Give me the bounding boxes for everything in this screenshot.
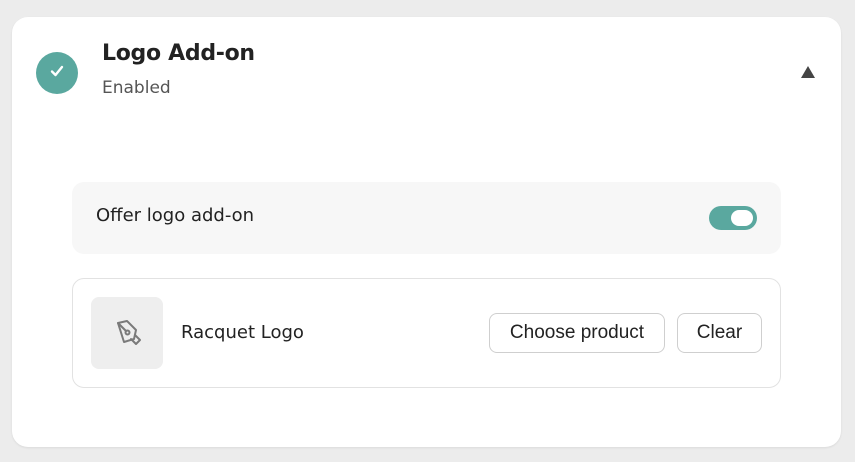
- pen-tool-icon: [111, 315, 143, 352]
- logo-addon-card: Logo Add-on Enabled Offer logo add-on Ra…: [12, 17, 841, 447]
- card-status-text: Enabled: [102, 78, 171, 98]
- toggle-knob: [731, 210, 753, 226]
- offer-logo-toggle[interactable]: [709, 206, 757, 230]
- product-thumbnail: [91, 297, 163, 369]
- offer-logo-setting: Offer logo add-on: [72, 182, 781, 254]
- caret-up-icon: [800, 65, 816, 84]
- choose-product-button[interactable]: Choose product: [489, 313, 665, 353]
- selected-product-row: Racquet Logo Choose product Clear: [72, 278, 781, 388]
- card-title: Logo Add-on: [102, 41, 255, 66]
- product-name: Racquet Logo: [181, 322, 304, 343]
- enabled-status-badge: [36, 52, 78, 94]
- collapse-button[interactable]: [798, 65, 818, 83]
- check-icon: [48, 62, 66, 85]
- clear-button[interactable]: Clear: [677, 313, 762, 353]
- offer-logo-label: Offer logo add-on: [96, 205, 255, 226]
